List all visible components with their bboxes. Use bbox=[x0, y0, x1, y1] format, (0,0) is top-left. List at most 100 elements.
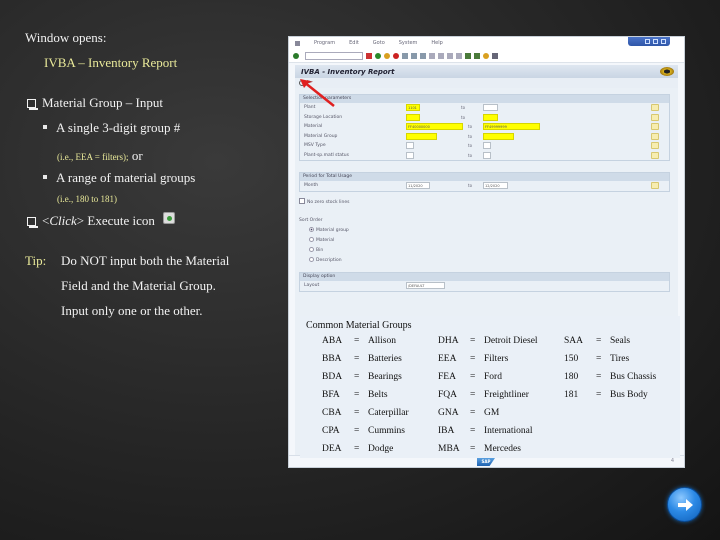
menu-program[interactable]: Program bbox=[314, 40, 335, 46]
sub-bullet-range-note: (i.e., 180 to 181) bbox=[57, 194, 117, 204]
enter-icon[interactable] bbox=[293, 52, 299, 59]
save-icon[interactable] bbox=[366, 52, 372, 59]
material-from-input[interactable]: FF40000000 bbox=[406, 123, 463, 130]
period-group: Period for Total Usage Month 11/2020 to … bbox=[299, 172, 670, 192]
close-button[interactable] bbox=[661, 39, 666, 44]
tip-label: Tip: bbox=[25, 253, 47, 268]
material-group-from-input[interactable] bbox=[406, 132, 437, 140]
month-to-input[interactable]: 12/2020 bbox=[483, 182, 508, 189]
material-group-name: Bus Chassis bbox=[610, 372, 657, 382]
material-group-entry: IBA = International bbox=[438, 426, 533, 436]
material-group-entry: BDA = Bearings bbox=[322, 372, 402, 382]
print-icon[interactable] bbox=[402, 52, 408, 59]
equals-sign: = bbox=[354, 372, 360, 382]
sap-logo-icon bbox=[660, 67, 674, 76]
storage-location-from-input[interactable] bbox=[406, 113, 420, 121]
multiple-selection-icon[interactable] bbox=[651, 182, 659, 189]
msv-type-to-input[interactable] bbox=[483, 142, 491, 149]
layout-input[interactable]: /DEFAULT bbox=[406, 282, 445, 289]
slide-text-panel: Window opens: IVBA – Inventory Report Ma… bbox=[0, 0, 290, 540]
radio[interactable] bbox=[309, 257, 314, 262]
material-group-to-input[interactable] bbox=[483, 132, 514, 140]
multiple-selection-icon[interactable] bbox=[651, 104, 659, 111]
period-row: Month 11/2020 to 12/2020 bbox=[300, 181, 669, 191]
maximize-button[interactable] bbox=[653, 39, 658, 44]
window-controls bbox=[628, 37, 670, 46]
last-page-icon[interactable] bbox=[456, 52, 462, 59]
material-to-input[interactable]: FF49999999 bbox=[483, 123, 540, 130]
multiple-selection-icon[interactable] bbox=[651, 132, 659, 140]
plant-status-from-input[interactable] bbox=[406, 151, 414, 159]
storage-location-to-input[interactable] bbox=[483, 113, 498, 121]
material-group-code: SAA bbox=[564, 336, 584, 346]
layout-icon[interactable] bbox=[492, 52, 498, 59]
note-or: or bbox=[128, 148, 143, 163]
no-zero-stock-option[interactable]: No zero stock lines bbox=[299, 198, 349, 205]
multiple-selection-icon[interactable] bbox=[651, 151, 659, 159]
sort-option-description[interactable]: Description bbox=[309, 257, 342, 263]
find-icon[interactable] bbox=[411, 52, 417, 59]
radio[interactable] bbox=[309, 247, 314, 252]
cancel-icon[interactable] bbox=[393, 52, 399, 59]
radio-selected[interactable] bbox=[309, 227, 314, 232]
execute-button[interactable] bbox=[299, 80, 305, 86]
multiple-selection-icon[interactable] bbox=[651, 142, 659, 149]
material-group-code: BFA bbox=[322, 390, 340, 400]
sort-option-material[interactable]: Material bbox=[309, 237, 334, 243]
material-group-code: FEA bbox=[438, 372, 456, 382]
checkbox-bullet-icon bbox=[27, 99, 38, 110]
plant-to-input[interactable] bbox=[483, 104, 498, 111]
menu-bar: Program Edit Goto System Help bbox=[289, 37, 684, 49]
title-bar: IVBA - Inventory Report bbox=[295, 65, 678, 78]
param-label: Material bbox=[304, 124, 323, 129]
msv-type-from-input[interactable] bbox=[406, 142, 414, 149]
menu-icon[interactable] bbox=[295, 40, 300, 46]
sort-option-label: Material bbox=[316, 238, 335, 243]
month-from-input[interactable]: 11/2020 bbox=[406, 182, 430, 189]
multiple-selection-icon[interactable] bbox=[651, 123, 659, 130]
to-label: to bbox=[461, 114, 466, 120]
multiple-selection-icon[interactable] bbox=[651, 113, 659, 121]
new-session-icon[interactable] bbox=[465, 52, 471, 59]
menu-goto[interactable]: Goto bbox=[373, 40, 385, 46]
param-row-msv-type: MSV Type to bbox=[300, 141, 669, 151]
sub-bullet-single-label: A single 3-digit group # bbox=[56, 120, 181, 135]
menu-help[interactable]: Help bbox=[431, 40, 442, 46]
execute-icon bbox=[162, 212, 175, 224]
help-icon[interactable] bbox=[483, 52, 489, 59]
sort-option-label: Description bbox=[316, 258, 342, 263]
param-label: Plant-sp.matl status bbox=[304, 152, 350, 158]
equals-sign: = bbox=[354, 444, 360, 454]
material-group-code: GNA bbox=[438, 408, 459, 418]
plant-status-to-input[interactable] bbox=[483, 151, 491, 159]
bullet-dot-icon bbox=[43, 125, 47, 129]
sub-bullet-single: A single 3-digit group # bbox=[43, 120, 180, 136]
command-field[interactable] bbox=[305, 51, 363, 60]
sort-option-bin[interactable]: Bin bbox=[309, 247, 323, 253]
material-group-code: MBA bbox=[438, 444, 460, 454]
back-icon[interactable] bbox=[375, 52, 381, 59]
minimize-button[interactable] bbox=[645, 39, 650, 44]
checkbox-bullet-icon bbox=[27, 217, 38, 228]
radio[interactable] bbox=[309, 237, 314, 242]
to-label: to bbox=[468, 143, 473, 148]
no-zero-stock-checkbox[interactable] bbox=[299, 198, 305, 204]
param-row-plant: Plant 1101 to bbox=[300, 103, 669, 113]
exit-icon[interactable] bbox=[384, 52, 390, 59]
prev-page-icon[interactable] bbox=[438, 52, 444, 59]
find-next-icon[interactable] bbox=[420, 52, 426, 59]
shortcut-icon[interactable] bbox=[474, 52, 480, 59]
sort-option-material-group[interactable]: Material group bbox=[309, 227, 349, 233]
variant-icon[interactable] bbox=[307, 80, 313, 84]
tip-line-3: Input only one or the other. bbox=[61, 303, 203, 318]
param-row-material: Material FF40000000 to FF49999999 bbox=[300, 122, 669, 132]
first-page-icon[interactable] bbox=[429, 52, 435, 59]
plant-from-input[interactable]: 1101 bbox=[406, 104, 420, 111]
sort-order-heading: Sort Order bbox=[299, 218, 323, 223]
menu-system[interactable]: System bbox=[399, 40, 418, 46]
equals-sign: = bbox=[354, 408, 360, 418]
next-slide-button[interactable] bbox=[667, 487, 702, 522]
menu-edit[interactable]: Edit bbox=[349, 40, 359, 46]
equals-sign: = bbox=[354, 426, 360, 436]
next-page-icon[interactable] bbox=[447, 52, 453, 59]
